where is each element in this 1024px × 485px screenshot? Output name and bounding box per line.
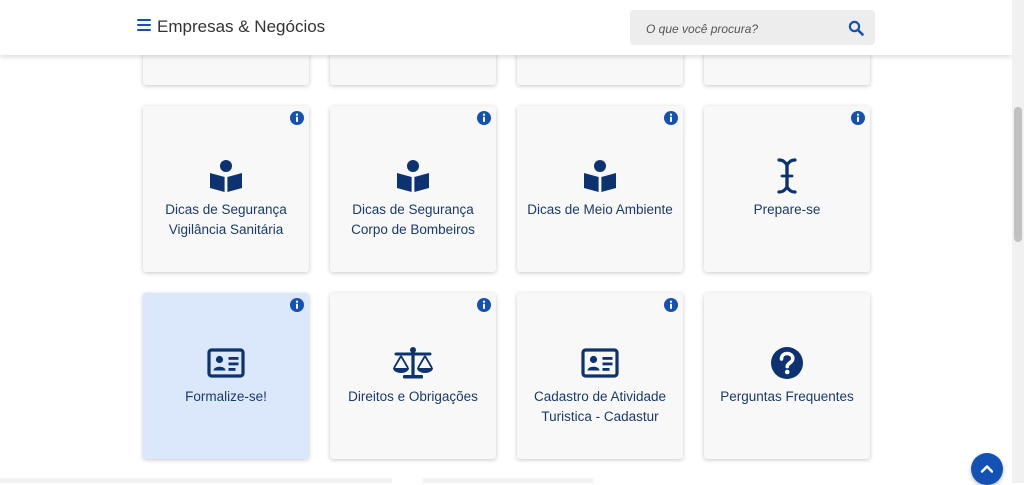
bottom-section-edge (0, 478, 392, 483)
card-dicas-vigilancia-sanitaria[interactable]: Dicas de Segurança Vigilância Sanitária (143, 106, 309, 272)
chevron-up-icon (980, 465, 994, 473)
info-icon[interactable] (851, 111, 865, 125)
question-circle-icon (771, 347, 803, 379)
card-label: Cadastro de Atividade Turistica - Cadastu… (533, 389, 667, 424)
info-icon[interactable] (290, 298, 304, 312)
book-reader-icon (584, 160, 616, 192)
card-label: Dicas de Segurança Vigilância Sanitária (165, 202, 287, 237)
card-label: Dicas de Meio Ambiente (527, 202, 673, 217)
card-dicas-corpo-bombeiros[interactable]: Dicas de Segurança Corpo de Bombeiros (330, 106, 496, 272)
site-title[interactable]: Empresas & Negócios (157, 17, 325, 37)
back-to-top-button[interactable] (971, 453, 1003, 485)
card-cadastur[interactable]: Cadastro de Atividade Turistica - Cadastu… (517, 293, 683, 459)
bottom-section-edge (423, 478, 593, 483)
card-dicas-meio-ambiente[interactable]: Dicas de Meio Ambiente (517, 106, 683, 272)
site-header: Empresas & Negócios (0, 0, 1012, 55)
info-icon[interactable] (477, 111, 491, 125)
card-perguntas-frequentes[interactable]: Perguntas Frequentes (704, 293, 870, 459)
card-label: Perguntas Frequentes (720, 389, 854, 404)
card-direitos-obrigacoes[interactable]: Direitos e Obrigações (330, 293, 496, 459)
card-prepare-se[interactable]: Prepare-se (704, 106, 870, 272)
hamburger-menu-icon[interactable] (137, 19, 151, 35)
search-icon[interactable] (848, 20, 864, 36)
search-box (630, 10, 875, 45)
i-beam-cursor-icon (777, 158, 797, 194)
card-label: Direitos e Obrigações (348, 389, 478, 404)
page-scrollbar[interactable] (1012, 0, 1024, 483)
info-icon[interactable] (664, 111, 678, 125)
book-reader-icon (210, 160, 242, 192)
book-reader-icon (397, 160, 429, 192)
id-card-icon (581, 348, 619, 378)
info-icon[interactable] (290, 111, 304, 125)
search-input[interactable] (644, 18, 838, 40)
info-icon[interactable] (477, 298, 491, 312)
card-formalize-se[interactable]: Formalize-se! (143, 293, 309, 459)
balance-scale-icon (393, 347, 433, 379)
card-label: Formalize-se! (185, 389, 267, 404)
scrollbar-thumb[interactable] (1014, 107, 1022, 242)
id-card-icon (207, 348, 245, 378)
info-icon[interactable] (664, 298, 678, 312)
card-label: Prepare-se (753, 202, 821, 217)
card-label: Dicas de Segurança Corpo de Bombeiros (351, 202, 475, 237)
